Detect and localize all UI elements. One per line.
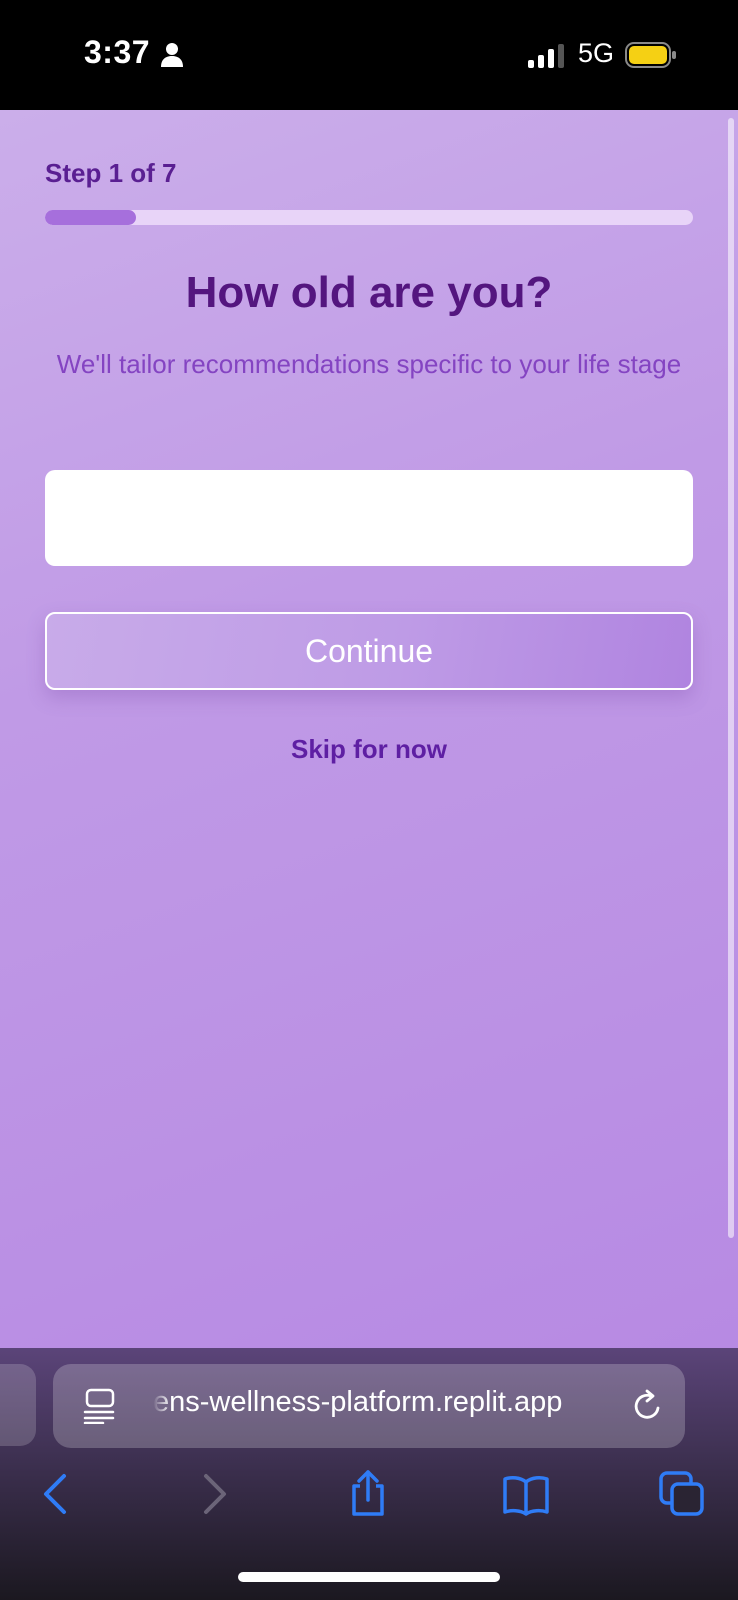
age-input[interactable]	[45, 470, 693, 566]
share-icon[interactable]	[344, 1470, 392, 1518]
progress-bar	[45, 210, 693, 225]
skip-link[interactable]: Skip for now	[0, 734, 738, 765]
home-indicator[interactable]	[238, 1572, 500, 1582]
battery-icon	[625, 42, 676, 68]
status-time: 3:37	[84, 34, 151, 70]
reader-icon[interactable]	[83, 1388, 117, 1424]
browser-toolbar: ens-wellness-platform.replit.app	[0, 1348, 738, 1600]
person-icon	[161, 43, 183, 67]
reload-icon[interactable]	[631, 1388, 665, 1424]
bookmarks-icon[interactable]	[502, 1470, 550, 1518]
network-type: 5G	[578, 38, 615, 68]
onboarding-page: Step 1 of 7 How old are you? We'll tailo…	[0, 110, 738, 1348]
previous-tab[interactable]	[0, 1364, 36, 1446]
address-bar[interactable]: ens-wellness-platform.replit.app	[53, 1364, 685, 1448]
continue-button[interactable]: Continue	[45, 612, 693, 690]
progress-fill	[45, 210, 136, 225]
step-label: Step 1 of 7	[45, 158, 177, 188]
tabs-icon[interactable]	[658, 1470, 706, 1518]
page-subtitle: We'll tailor recommendations specific to…	[56, 349, 682, 379]
forward-icon[interactable]	[190, 1470, 238, 1518]
page-title: How old are you?	[185, 268, 553, 317]
back-icon[interactable]	[32, 1470, 80, 1518]
signal-icon	[528, 44, 564, 68]
status-bar: 3:37 5G	[0, 0, 738, 110]
url-text[interactable]: ens-wellness-platform.replit.app	[153, 1386, 633, 1426]
